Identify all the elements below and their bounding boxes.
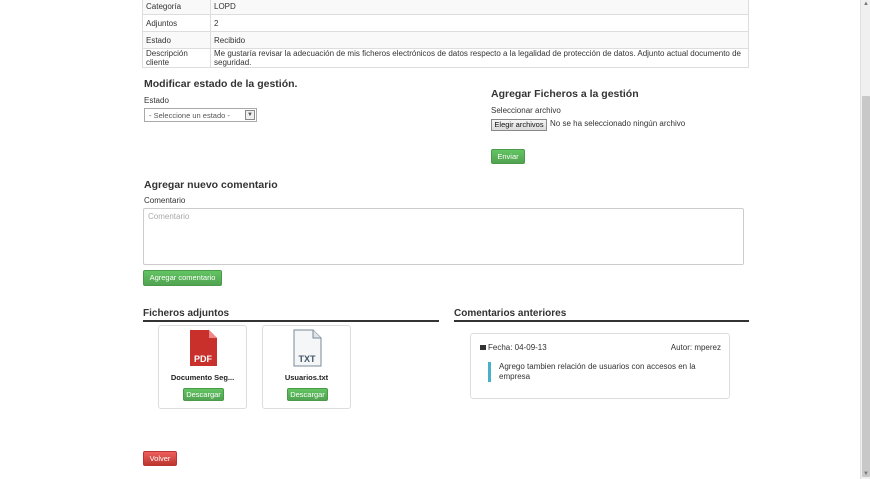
info-key: Categoría: [142, 0, 211, 15]
table-row: Categoría LOPD: [142, 0, 749, 15]
pdf-type-label: PDF: [194, 354, 213, 364]
estado-select[interactable]: - Seleccione un estado - ▼: [144, 108, 257, 122]
info-key: Estado: [142, 31, 211, 49]
enviar-button[interactable]: Enviar: [491, 149, 525, 164]
attachment-name: Usuarios.txt: [284, 373, 329, 382]
info-value: 2: [210, 14, 749, 32]
comment-date: Fecha: 04-09-13: [480, 343, 547, 352]
download-button[interactable]: Descargar: [287, 388, 328, 401]
download-button[interactable]: Descargar: [183, 388, 224, 401]
choose-files-button[interactable]: Elegir archivos: [491, 119, 547, 131]
attachment-name: Documento Seg...: [170, 373, 235, 382]
file-label: Seleccionar archivo: [491, 106, 561, 115]
estado-select-value: - Seleccione un estado -: [149, 111, 230, 120]
comment-placeholder: Comentario: [148, 212, 190, 221]
vertical-scrollbar[interactable]: ▲ ▼: [860, 0, 870, 479]
add-comment-button[interactable]: Agregar comentario: [143, 270, 222, 286]
attachment-card: TXT Usuarios.txt Descargar: [262, 325, 351, 409]
info-value: Recibido: [210, 31, 749, 49]
table-row: Adjuntos 2: [142, 14, 749, 32]
comment-date-text: Fecha: 04-09-13: [488, 343, 547, 352]
pdf-file-icon: PDF: [190, 330, 217, 366]
attachment-card: PDF Documento Seg... Descargar: [158, 325, 247, 409]
estado-label: Estado: [144, 96, 169, 105]
ficheros-section-title: Agregar Ficheros a la gestión: [491, 88, 639, 100]
volver-button[interactable]: Volver: [143, 451, 177, 466]
attachments-section-title: Ficheros adjuntos: [143, 308, 439, 322]
gestion-info-table: Categoría LOPD Adjuntos 2 Estado Recibid…: [142, 0, 749, 68]
txt-type-label: TXT: [299, 354, 317, 364]
info-key: Adjuntos: [142, 14, 211, 32]
info-value: LOPD: [210, 0, 749, 15]
chevron-down-icon: ▼: [245, 110, 255, 120]
comment-text: Agrego tambien relación de usuarios con …: [488, 362, 708, 382]
comment-icon: [480, 345, 486, 351]
info-key: Descripción cliente: [142, 48, 211, 68]
file-status-text: No se ha seleccionado ningún archivo: [550, 119, 686, 128]
comment-section-title: Agregar nuevo comentario: [144, 179, 278, 191]
table-row: Descripción cliente Me gustaría revisar …: [142, 48, 749, 68]
table-row: Estado Recibido: [142, 31, 749, 49]
estado-section-title: Modificar estado de la gestión.: [144, 78, 298, 90]
previous-comments-title: Comentarios anteriores: [454, 308, 749, 322]
comment-item: Fecha: 04-09-13 Autor: mperez Agrego tam…: [470, 333, 730, 399]
scroll-up-icon[interactable]: ▲: [861, 0, 870, 9]
comment-label: Comentario: [144, 196, 186, 205]
txt-file-icon: TXT: [293, 329, 322, 367]
info-value: Me gustaría revisar la adecuación de mis…: [210, 48, 749, 68]
comment-textarea[interactable]: Comentario: [143, 208, 744, 265]
comment-author: Autor: mperez: [670, 343, 721, 352]
scroll-down-icon[interactable]: ▼: [861, 470, 870, 479]
scroll-thumb[interactable]: [862, 96, 870, 477]
